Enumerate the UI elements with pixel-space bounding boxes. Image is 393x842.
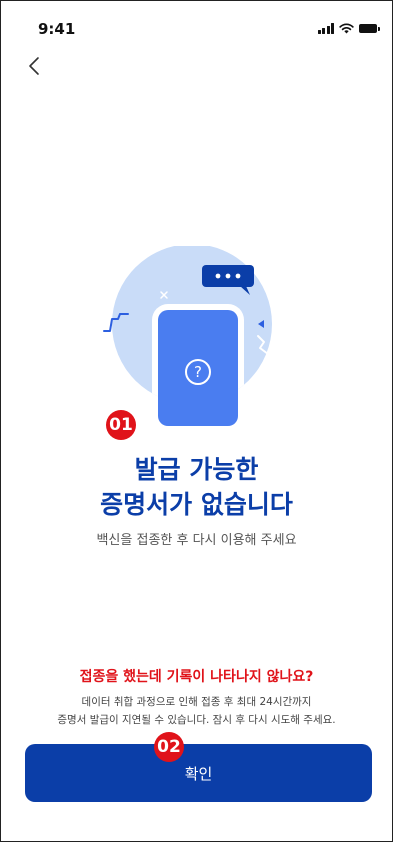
title-line-2: 증명서가 없습니다 [100,490,293,519]
status-time: 9:41 [38,20,76,38]
signal-icon [317,23,334,34]
help-description: 데이터 취합 과정으로 인해 접종 후 최대 24시간까지 증명서 발급이 지연… [0,693,393,729]
help-description-line-1: 데이터 취합 과정으로 인해 접종 후 최대 24시간까지 [81,696,312,708]
annotation-marker-01: 01 [106,410,136,440]
status-icons [317,23,380,34]
page-subtitle: 백신을 접종한 후 다시 이용해 주세요 [96,533,297,548]
chevron-left-icon [29,57,39,75]
help-question: 접종을 했는데 기록이 나타나지 않나요? [79,669,314,685]
wifi-icon [339,23,354,34]
battery-icon [359,24,380,33]
page-title: 발급 가능한 증명서가 없습니다 [0,452,393,522]
annotation-marker-02: 02 [154,732,184,762]
title-line-1: 발급 가능한 [134,455,259,484]
help-description-line-2: 증명서 발급이 지연될 수 있습니다. 잠시 후 다시 시도해 주세요. [57,714,336,726]
phone-question-illustration: ? [103,246,273,426]
question-mark: ? [194,363,202,381]
back-button[interactable] [22,52,46,80]
confirm-button-label: 확인 [184,764,213,783]
confirm-button[interactable]: 확인 [25,744,372,802]
